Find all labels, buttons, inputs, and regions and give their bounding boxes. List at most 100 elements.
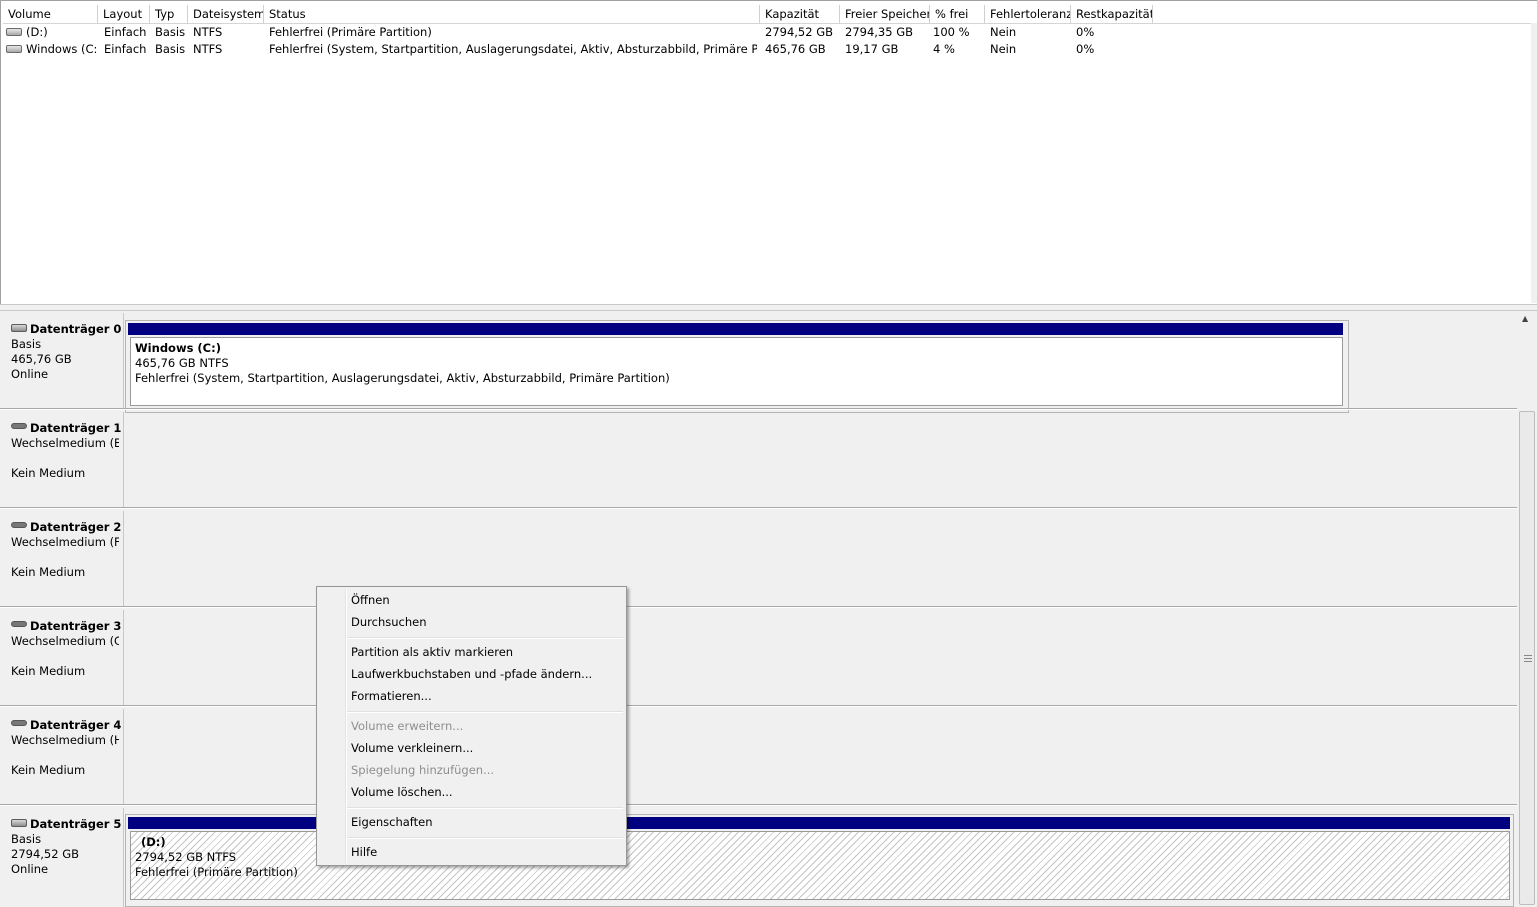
- menu-item-shrink-volume[interactable]: Volume verkleinern...: [319, 737, 624, 759]
- disk-state: Online: [11, 862, 49, 876]
- disk-size: [11, 451, 123, 466]
- disk-row-4: Datenträger 4 Wechselmedium (H Kein Medi…: [0, 707, 1517, 806]
- column-header-fehlertoleranz[interactable]: Fehlertoleranz: [985, 5, 1071, 23]
- disk-label-4[interactable]: Datenträger 4 Wechselmedium (H Kein Medi…: [2, 709, 124, 806]
- menu-item-add-mirror: Spiegelung hinzufügen...: [351, 763, 495, 777]
- kapazitaet-cell: 465,76 GB: [765, 42, 826, 56]
- column-header-typ[interactable]: Typ: [150, 5, 188, 23]
- disk-state: Kein Medium: [11, 763, 86, 777]
- disk-label-3[interactable]: Datenträger 3 Wechselmedium (G: Kein Med…: [2, 610, 124, 707]
- volume-cell: (D:): [6, 24, 98, 41]
- disk-label-5[interactable]: Datenträger 5 Basis 2794,52 GB Online: [2, 808, 124, 907]
- disk-size: 2794,52 GB: [11, 847, 80, 861]
- status-cell: Fehlerfrei (Primäre Partition): [269, 25, 432, 39]
- column-header-layout[interactable]: Layout: [98, 5, 150, 23]
- volume-list-header: Volume Layout Typ Dateisystem Status Kap…: [3, 5, 1537, 24]
- removable-disk-icon: [11, 620, 27, 627]
- menu-separator: [347, 837, 623, 839]
- disk-name: Datenträger 1: [30, 421, 122, 435]
- hard-disk-icon: [11, 818, 27, 827]
- layout-cell: Einfach: [104, 42, 147, 56]
- disk-state: Online: [11, 367, 49, 381]
- volume-list-scrollbar[interactable]: [1531, 23, 1537, 303]
- disk-type: Wechselmedium (G:: [11, 634, 119, 648]
- disk-label-0[interactable]: Datenträger 0 Basis 465,76 GB Online: [2, 313, 124, 410]
- fehlertoleranz-cell: Nein: [990, 42, 1017, 56]
- menu-item-help[interactable]: Hilfe: [319, 841, 624, 863]
- column-header-dateisystem[interactable]: Dateisystem: [188, 5, 264, 23]
- column-header-volume[interactable]: Volume: [3, 5, 98, 23]
- menu-separator: [347, 711, 623, 713]
- hard-disk-icon: [11, 323, 27, 332]
- disk-map-scrollbar[interactable]: ▲: [1517, 311, 1537, 907]
- volume-name: (D:): [26, 25, 48, 39]
- menu-separator: [347, 637, 623, 639]
- volume-cell: Windows (C:): [6, 41, 98, 58]
- disk-type: Wechselmedium (F:: [11, 535, 119, 549]
- scrollbar-thumb[interactable]: [1519, 411, 1535, 905]
- disk-size: [11, 550, 123, 565]
- menu-item-extend-volume: Volume erweitern...: [351, 719, 464, 733]
- menu-separator: [347, 807, 623, 809]
- menu-item-delete-volume[interactable]: Volume löschen...: [319, 781, 624, 803]
- disk-type: Wechselmedium (E:: [11, 436, 119, 450]
- volume-name: Windows (C:): [26, 42, 98, 56]
- prozent-frei-cell: 100 %: [933, 25, 970, 39]
- kapazitaet-cell: 2794,52 GB: [765, 25, 834, 39]
- partition-status: Fehlerfrei (System, Startpartition, Ausl…: [135, 371, 670, 385]
- disk-row-1: Datenträger 1 Wechselmedium (E: Kein Med…: [0, 410, 1517, 509]
- disk-name: Datenträger 2: [30, 520, 122, 534]
- status-cell: Fehlerfrei (System, Startpartition, Ausl…: [269, 42, 757, 56]
- disk-row-5: Datenträger 5 Basis 2794,52 GB Online (D…: [0, 806, 1517, 907]
- restkapazitaet-cell: 0%: [1076, 42, 1095, 56]
- disk-row-3: Datenträger 3 Wechselmedium (G: Kein Med…: [0, 608, 1517, 707]
- dateisystem-cell: NTFS: [193, 42, 223, 56]
- volume-row-d[interactable]: (D:) Einfach Basis NTFS Fehlerfrei (Prim…: [3, 24, 1537, 41]
- removable-disk-icon: [11, 719, 27, 726]
- drive-icon: [6, 44, 22, 53]
- fehlertoleranz-cell: Nein: [990, 25, 1017, 39]
- disk-row-2: Datenträger 2 Wechselmedium (F: Kein Med…: [0, 509, 1517, 608]
- column-header-prozent-frei[interactable]: % frei: [930, 5, 985, 23]
- volume-list[interactable]: Volume Layout Typ Dateisystem Status Kap…: [0, 0, 1537, 304]
- scroll-up-arrow-icon[interactable]: ▲: [1522, 314, 1528, 323]
- column-header-restkapazitaet[interactable]: Restkapazität: [1071, 5, 1153, 23]
- menu-item-format[interactable]: Formatieren...: [319, 685, 624, 707]
- removable-disk-icon: [11, 422, 27, 429]
- volume-row-c[interactable]: Windows (C:) Einfach Basis NTFS Fehlerfr…: [3, 41, 1537, 58]
- disk-name: Datenträger 3: [30, 619, 122, 633]
- disk-name: Datenträger 5: [30, 817, 122, 831]
- grip-icon: [1524, 655, 1532, 662]
- disk-label-2[interactable]: Datenträger 2 Wechselmedium (F: Kein Med…: [2, 511, 124, 608]
- disk-label-1[interactable]: Datenträger 1 Wechselmedium (E: Kein Med…: [2, 412, 124, 509]
- context-menu: Öffnen Durchsuchen Partition als aktiv m…: [316, 586, 627, 866]
- disk-name: Datenträger 0: [30, 322, 122, 336]
- column-header-freier-speicher[interactable]: Freier Speicher: [840, 5, 930, 23]
- column-header-status[interactable]: Status: [264, 5, 760, 23]
- menu-item-properties[interactable]: Eigenschaften: [319, 811, 624, 833]
- disk-size: 465,76 GB: [11, 352, 72, 366]
- partition-name: Windows (C:): [135, 341, 221, 355]
- disk-state: Kein Medium: [11, 664, 86, 678]
- removable-disk-icon: [11, 521, 27, 528]
- disk-row-0: Datenträger 0 Basis 465,76 GB Online Win…: [0, 311, 1517, 413]
- typ-cell: Basis: [155, 25, 186, 39]
- menu-item-open[interactable]: Öffnen: [319, 589, 624, 611]
- menu-item-explore[interactable]: Durchsuchen: [319, 611, 624, 633]
- disk-type: Basis: [11, 337, 42, 351]
- partition-size: 465,76 GB NTFS: [135, 356, 229, 370]
- partition-c[interactable]: Windows (C:) 465,76 GB NTFS Fehlerfrei (…: [130, 337, 1343, 406]
- disk-size: [11, 649, 123, 664]
- disk-name: Datenträger 4: [30, 718, 122, 732]
- menu-item-change-drive-letter[interactable]: Laufwerkbuchstaben und -pfade ändern...: [319, 663, 624, 685]
- menu-item-mark-active[interactable]: Partition als aktiv markieren: [319, 641, 624, 663]
- pane-splitter[interactable]: [0, 304, 1537, 311]
- layout-cell: Einfach: [104, 25, 147, 39]
- partition-c-frame: Windows (C:) 465,76 GB NTFS Fehlerfrei (…: [125, 320, 1349, 413]
- disk-map: Datenträger 0 Basis 465,76 GB Online Win…: [0, 311, 1517, 907]
- disk-type: Wechselmedium (H: [11, 733, 119, 747]
- disk-type: Basis: [11, 832, 42, 846]
- column-header-kapazitaet[interactable]: Kapazität: [760, 5, 840, 23]
- disk-state: Kein Medium: [11, 565, 86, 579]
- partition-bar: [128, 323, 1343, 335]
